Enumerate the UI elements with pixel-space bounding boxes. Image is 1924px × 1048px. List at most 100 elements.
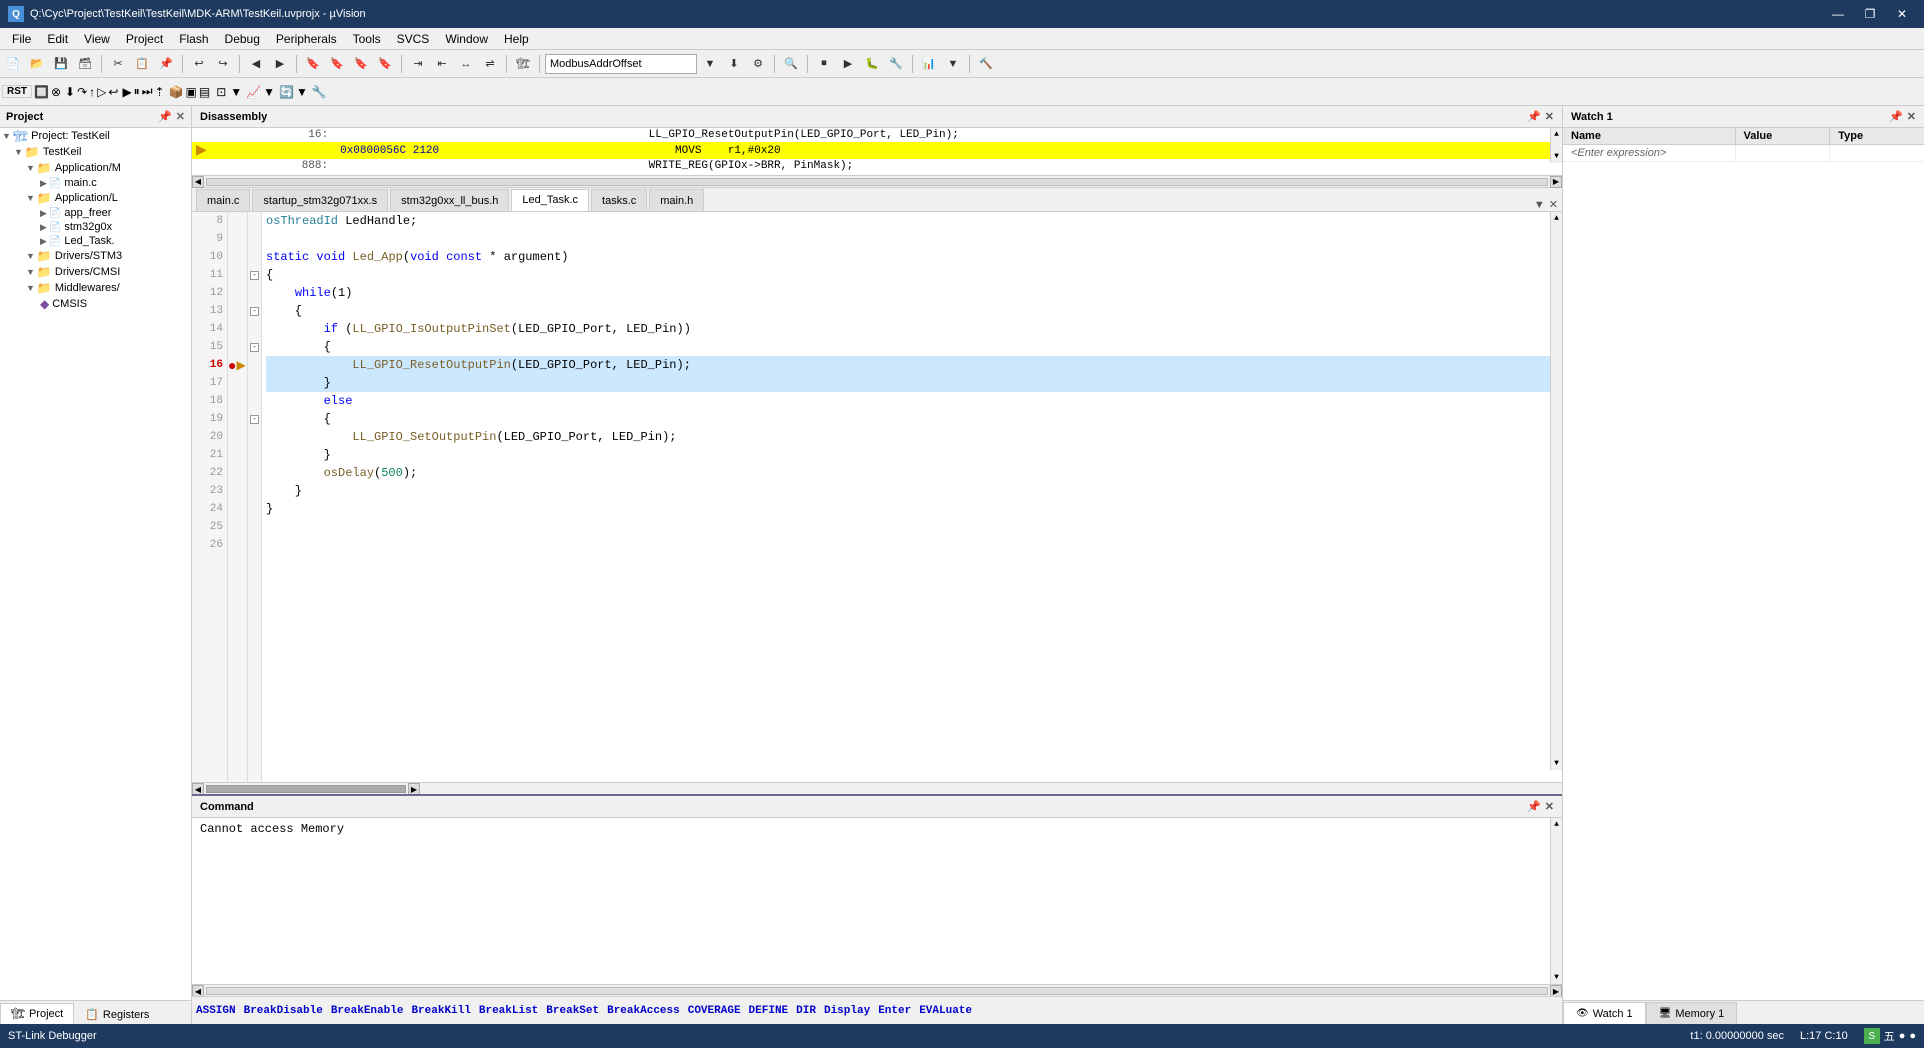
tb2-extra[interactable]: 🔧 [312, 85, 327, 99]
code-lines[interactable]: ▲ ▼ osThreadId LedHandle; static void Le… [262, 212, 1562, 782]
tb-bookmark4[interactable]: 🔖 [374, 53, 396, 75]
menu-project[interactable]: Project [118, 28, 171, 50]
tb-options[interactable]: ⚙ [747, 53, 769, 75]
tb-settings[interactable]: 🔨 [975, 53, 997, 75]
tb2-analysis[interactable]: 📈 [246, 85, 261, 99]
tb-search[interactable]: 🔍 [780, 53, 802, 75]
tb-run[interactable]: ▶ [837, 53, 859, 75]
tab-list-btn[interactable]: ▼ [1534, 199, 1545, 211]
minimize-button[interactable]: — [1824, 0, 1852, 28]
collapse-icon-15[interactable]: - [250, 343, 259, 352]
tb2-mem[interactable]: 📦 [169, 85, 184, 99]
menu-peripherals[interactable]: Peripherals [268, 28, 345, 50]
cmd-kw-define[interactable]: DEFINE [749, 1005, 789, 1017]
cmd-kw-breakkill[interactable]: BreakKill [411, 1005, 470, 1017]
tb-nav-fwd[interactable]: ▶ [269, 53, 291, 75]
tree-root[interactable]: ▼ 🏗 Project: TestKeil [0, 128, 191, 144]
tb-copy[interactable]: 📋 [131, 53, 153, 75]
tb2-step-into[interactable]: ⬇ [65, 85, 75, 99]
tb-load[interactable]: ⬇ [723, 53, 745, 75]
command-scroll-down[interactable]: ▼ [1551, 971, 1562, 984]
code-hscroll-right[interactable]: ▶ [408, 783, 420, 794]
project-panel-close[interactable]: ✕ [176, 110, 185, 123]
tab-startup[interactable]: startup_stm32g071xx.s [252, 189, 388, 211]
watch-entry-row[interactable]: <Enter expression> [1563, 145, 1924, 162]
code-hscroll[interactable]: ◀ ▶ [192, 782, 1562, 794]
cmd-kw-evaluate[interactable]: EVALuate [919, 1005, 972, 1017]
menu-view[interactable]: View [76, 28, 118, 50]
tree-app-freer[interactable]: ▶ 📄 app_freer [0, 206, 191, 220]
tb-new[interactable]: 📄 [2, 53, 24, 75]
tb-view-down[interactable]: ▼ [942, 53, 964, 75]
menu-flash[interactable]: Flash [171, 28, 216, 50]
cg-19[interactable]: - [248, 410, 261, 428]
tb2-step-out[interactable]: ↑ [89, 85, 95, 99]
tb2-jump[interactable]: ↩ [108, 85, 118, 99]
tb-nav-back[interactable]: ◀ [245, 53, 267, 75]
menu-window[interactable]: Window [437, 28, 496, 50]
tree-testkeil[interactable]: ▼ 📁 TestKeil [0, 144, 191, 160]
cmd-kw-breakenable[interactable]: BreakEnable [331, 1005, 404, 1017]
command-vscroll[interactable]: ▲ ▼ [1550, 818, 1562, 984]
tb2-rst[interactable]: RST [2, 85, 32, 98]
menu-tools[interactable]: Tools [345, 28, 389, 50]
tb-project-icon[interactable]: 🏗 [512, 53, 534, 75]
tree-app-m[interactable]: ▼ 📁 Application/M [0, 160, 191, 176]
tb2-step[interactable]: ⏭ [142, 84, 153, 99]
menu-svcs[interactable]: SVCS [389, 28, 438, 50]
tab-registers[interactable]: 📋 Registers [74, 1004, 160, 1024]
tree-drivers-cmsi[interactable]: ▼ 📁 Drivers/CMSI [0, 264, 191, 280]
tab-led-task[interactable]: Led_Task.c [511, 189, 589, 211]
menu-file[interactable]: File [4, 28, 39, 50]
command-pin[interactable]: 📌 [1527, 800, 1541, 813]
cmd-kw-dir[interactable]: DIR [796, 1005, 816, 1017]
tree-main-c[interactable]: ▶ 📄 main.c [0, 176, 191, 190]
tb-open[interactable]: 📂 [26, 53, 48, 75]
scroll-up-arrow[interactable]: ▲ [1552, 128, 1561, 141]
cmd-kw-assign[interactable]: ASSIGN [196, 1005, 236, 1017]
tb-combo-down[interactable]: ▼ [699, 53, 721, 75]
menu-help[interactable]: Help [496, 28, 537, 50]
tab-stm32bus[interactable]: stm32g0xx_ll_bus.h [390, 189, 509, 211]
cmd-kw-breakaccess[interactable]: BreakAccess [607, 1005, 680, 1017]
bottom-tab-watch1[interactable]: 👁 Watch 1 [1563, 1002, 1646, 1024]
scroll-down-arrow[interactable]: ▼ [1552, 150, 1561, 163]
tb2-analysis-down[interactable]: ▼ [263, 85, 275, 99]
tree-drivers-stm3[interactable]: ▼ 📁 Drivers/STM3 [0, 248, 191, 264]
bottom-tab-memory1[interactable]: 🖥 Memory 1 [1646, 1002, 1738, 1024]
tb-bookmark3[interactable]: 🔖 [350, 53, 372, 75]
cmd-kw-breaklist[interactable]: BreakList [479, 1005, 538, 1017]
tb-view-options[interactable]: 📊 [918, 53, 940, 75]
disasm-pin[interactable]: 📌 [1527, 110, 1541, 123]
command-hscroll-track[interactable] [206, 987, 1548, 995]
tb-save[interactable]: 💾 [50, 53, 72, 75]
tb2-iout[interactable]: ⇡ [155, 85, 165, 99]
tb-stop[interactable]: ⏹ [813, 53, 835, 75]
disasm-hscroll[interactable]: ◀ ▶ [192, 175, 1562, 187]
hscroll-left-btn[interactable]: ◀ [192, 176, 204, 188]
tree-stm32[interactable]: ▶ 📄 stm32g0x [0, 220, 191, 234]
tab-tasks-c[interactable]: tasks.c [591, 189, 647, 211]
tree-middlewares[interactable]: ▼ 📁 Middlewares/ [0, 280, 191, 296]
command-hscroll[interactable]: ◀ ▶ [192, 984, 1562, 996]
collapse-icon-11[interactable]: - [250, 271, 259, 280]
tb-bookmark1[interactable]: 🔖 [302, 53, 324, 75]
code-vscroll[interactable]: ▲ ▼ [1550, 212, 1562, 770]
code-hscroll-left[interactable]: ◀ [192, 783, 204, 794]
code-scroll-up[interactable]: ▲ [1551, 212, 1562, 225]
tb-indent4[interactable]: ⇌ [479, 53, 501, 75]
watch1-close[interactable]: ✕ [1907, 110, 1916, 123]
tb2-btn2[interactable]: ⊗ [51, 85, 61, 99]
tb2-mem2[interactable]: ▣ [186, 85, 197, 99]
tb-debug[interactable]: 🐛 [861, 53, 883, 75]
tab-project[interactable]: 🏗 Project [0, 1003, 74, 1024]
code-scroll-down[interactable]: ▼ [1551, 757, 1562, 770]
menu-debug[interactable]: Debug [217, 28, 268, 50]
cmd-kw-coverage[interactable]: COVERAGE [688, 1005, 741, 1017]
cg-13[interactable]: - [248, 302, 261, 320]
tb2-halt[interactable]: ⏸ [134, 84, 140, 99]
tree-app-l[interactable]: ▼ 📁 Application/L [0, 190, 191, 206]
tb-indent2[interactable]: ⇤ [431, 53, 453, 75]
command-close[interactable]: ✕ [1545, 800, 1554, 813]
tb2-dbg-down[interactable]: ▼ [296, 85, 308, 99]
